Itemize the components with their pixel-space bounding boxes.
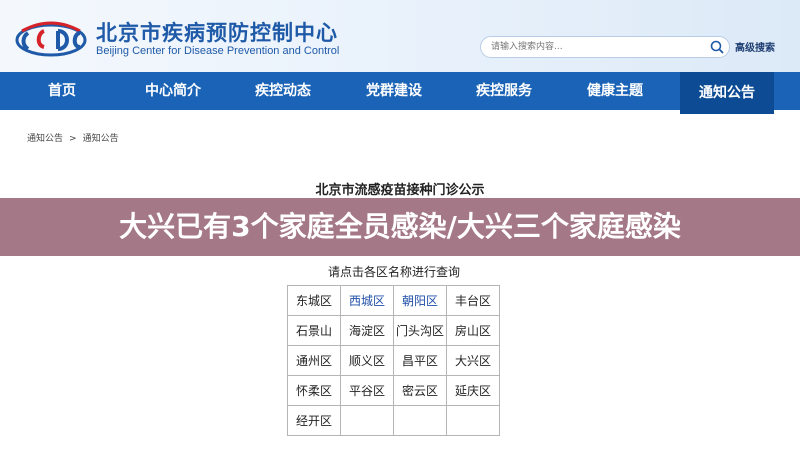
table-row: 经开区	[287, 405, 500, 436]
district-cell[interactable]: 门头沟区	[393, 315, 447, 346]
empty-cell	[446, 405, 500, 436]
district-cell[interactable]: 西城区	[340, 285, 394, 316]
district-cell[interactable]: 经开区	[287, 405, 341, 436]
search-box	[480, 36, 730, 58]
empty-cell	[393, 405, 447, 436]
district-cell[interactable]: 怀柔区	[287, 375, 341, 406]
district-cell[interactable]: 房山区	[446, 315, 500, 346]
empty-cell	[340, 405, 394, 436]
breadcrumb-item[interactable]: 通知公告	[83, 134, 119, 144]
district-table: 东城区 西城区 朝阳区 丰台区 石景山 海淀区 门头沟区 房山区 通州区 顺义区…	[287, 285, 500, 436]
table-row: 通州区 顺义区 昌平区 大兴区	[287, 345, 500, 376]
district-cell[interactable]: 通州区	[287, 345, 341, 376]
table-row: 东城区 西城区 朝阳区 丰台区	[287, 285, 500, 316]
nav-services[interactable]: 疾控服务	[464, 72, 544, 110]
district-cell[interactable]: 丰台区	[446, 285, 500, 316]
banner-text: 大兴已有3个家庭全员感染/大兴三个家庭感染	[119, 210, 681, 243]
table-row: 石景山 海淀区 门头沟区 房山区	[287, 315, 500, 346]
breadcrumb-item[interactable]: 通知公告	[27, 134, 63, 144]
table-row: 怀柔区 平谷区 密云区 延庆区	[287, 375, 500, 406]
nav-about[interactable]: 中心简介	[133, 72, 213, 110]
nav-news[interactable]: 疾控动态	[243, 72, 323, 110]
site-header: 北京市疾病预防控制中心 Beijing Center for Disease P…	[0, 0, 800, 72]
cdc-logo[interactable]	[14, 19, 88, 59]
district-cell[interactable]: 顺义区	[340, 345, 394, 376]
overlay-banner: 大兴已有3个家庭全员感染/大兴三个家庭感染	[0, 198, 800, 256]
district-cell[interactable]: 石景山	[287, 315, 341, 346]
search-input[interactable]	[491, 37, 691, 57]
breadcrumb-separator: >	[69, 134, 77, 144]
site-title: 北京市疾病预防控制中心	[96, 21, 338, 45]
district-cell[interactable]: 大兴区	[446, 345, 500, 376]
district-cell[interactable]: 朝阳区	[393, 285, 447, 316]
query-instruction: 请点击各区名称进行查询	[327, 265, 460, 279]
article-title: 北京市流感疫苗接种门诊公示	[315, 183, 485, 198]
nav-notices[interactable]: 通知公告	[680, 72, 774, 114]
district-cell[interactable]: 密云区	[393, 375, 447, 406]
main-nav: 首页 中心简介 疾控动态 党群建设 疾控服务 健康主题 通知公告	[0, 72, 800, 114]
district-cell[interactable]: 昌平区	[393, 345, 447, 376]
district-cell[interactable]: 延庆区	[446, 375, 500, 406]
site-subtitle: Beijing Center for Disease Prevention an…	[96, 45, 340, 57]
nav-party[interactable]: 党群建设	[354, 72, 434, 110]
breadcrumb: 通知公告 > 通知公告	[27, 131, 125, 144]
district-cell[interactable]: 海淀区	[340, 315, 394, 346]
search-icon[interactable]	[709, 39, 725, 55]
nav-home[interactable]: 首页	[22, 72, 102, 110]
advanced-search-link[interactable]: 高级搜索	[735, 39, 775, 54]
district-cell[interactable]: 平谷区	[340, 375, 394, 406]
nav-health-topics[interactable]: 健康主题	[575, 72, 655, 110]
district-cell[interactable]: 东城区	[287, 285, 341, 316]
